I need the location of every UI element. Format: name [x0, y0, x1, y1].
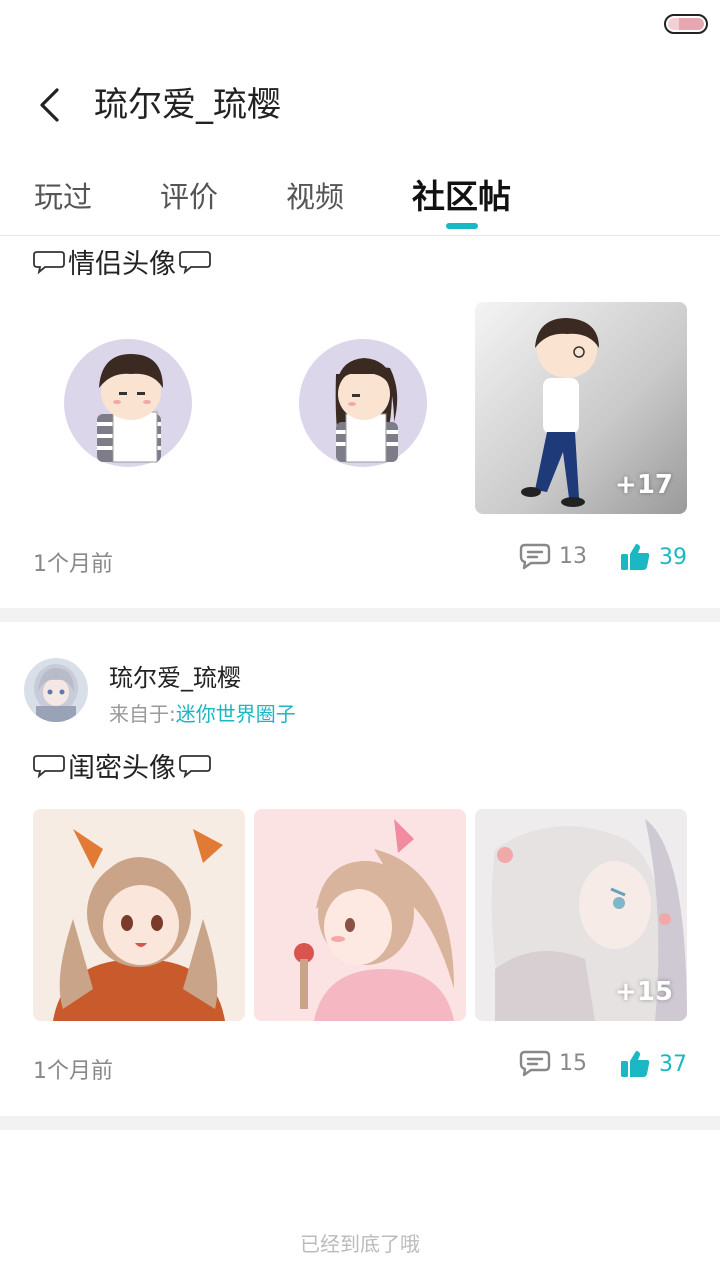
post-title: 闺密头像 [32, 746, 212, 785]
header: 琉尔爱_琉樱 [0, 70, 720, 140]
avatar[interactable] [24, 658, 88, 722]
source-label: 来自于: [109, 702, 176, 726]
post-card[interactable]: 情侣头像 +17 1个月前 13 39 [0, 236, 720, 608]
comment-count: 15 [559, 1050, 587, 1076]
post-time: 1个月前 [33, 1059, 113, 1084]
comment-icon [519, 1050, 551, 1077]
post-card[interactable]: 闺密头像 +15 1个月前 15 37 [0, 740, 720, 1116]
comment-count: 13 [559, 543, 587, 569]
author-avatar-image [24, 658, 88, 722]
status-bar [0, 0, 720, 48]
post-author[interactable]: 琉尔爱_琉樱 来自于:迷你世界圈子 [24, 658, 704, 728]
tab-reviews[interactable]: 评价 [160, 174, 218, 216]
more-images-count: +15 [615, 977, 673, 1007]
girl-orange-hoodie-illustration [33, 809, 245, 1021]
battery-icon [664, 14, 708, 34]
post-meta: 1个月前 13 39 [33, 540, 687, 580]
section-divider [0, 1116, 720, 1130]
active-tab-indicator [446, 223, 478, 229]
author-source: 来自于:迷你世界圈子 [109, 698, 296, 727]
post-images: +15 [33, 809, 687, 1021]
tab-community-posts[interactable]: 社区帖 [412, 170, 511, 218]
like-count: 39 [659, 544, 687, 570]
thumbs-up-icon [621, 544, 650, 570]
like-count: 37 [659, 1051, 687, 1077]
comment-button[interactable]: 15 [519, 1049, 587, 1077]
tab-played[interactable]: 玩过 [34, 174, 92, 216]
post-time: 1个月前 [33, 552, 113, 577]
post-image[interactable]: +15 [475, 809, 687, 1021]
post-title-text: 情侣头像 [68, 249, 176, 280]
author-name[interactable]: 琉尔爱_琉樱 [109, 658, 241, 693]
speech-bubble-icon [179, 250, 211, 274]
speech-bubble-icon [179, 754, 211, 778]
girl-pink-illustration [254, 809, 466, 1021]
thumbs-up-icon [621, 1051, 650, 1077]
post-meta: 1个月前 15 37 [33, 1047, 687, 1087]
back-button[interactable] [24, 80, 74, 130]
source-circle-link[interactable]: 迷你世界圈子 [176, 702, 296, 726]
post-image[interactable] [33, 302, 245, 514]
post-image[interactable] [254, 302, 466, 514]
section-divider [0, 608, 720, 622]
girl-avatar-illustration [299, 339, 427, 467]
post-title-text: 闺密头像 [68, 753, 176, 784]
comment-button[interactable]: 13 [519, 542, 587, 570]
more-images-count: +17 [615, 470, 673, 500]
post-image[interactable] [254, 809, 466, 1021]
comment-icon [519, 543, 551, 570]
tab-bar: 玩过 评价 视频 社区帖 [0, 168, 720, 236]
speech-bubble-icon [33, 250, 65, 274]
post-image[interactable]: +17 [475, 302, 687, 514]
page-title: 琉尔爱_琉樱 [94, 85, 281, 125]
speech-bubble-icon [33, 754, 65, 778]
end-of-list-text: 已经到底了哦 [300, 1232, 420, 1256]
tab-videos[interactable]: 视频 [286, 174, 344, 216]
post-title: 情侣头像 [32, 242, 212, 281]
like-button[interactable]: 37 [619, 1049, 687, 1079]
post-images: +17 [33, 302, 687, 514]
like-button[interactable]: 39 [619, 542, 687, 572]
chevron-left-icon [40, 88, 59, 122]
boy-avatar-illustration [64, 339, 192, 467]
post-image[interactable] [33, 809, 245, 1021]
